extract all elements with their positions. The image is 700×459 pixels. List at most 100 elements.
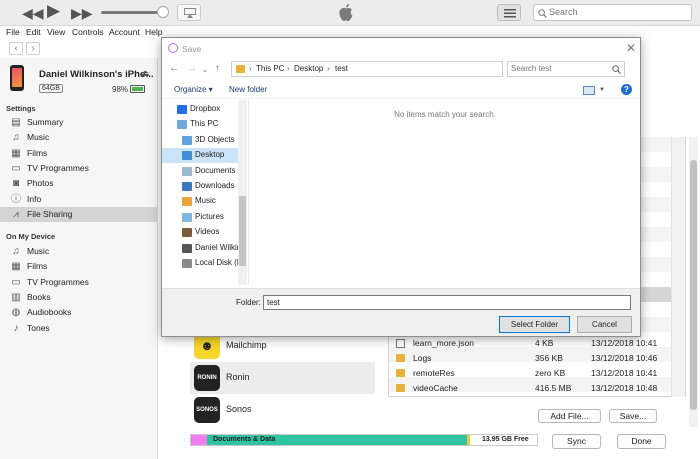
up-next-button[interactable] [497, 4, 521, 21]
table-row[interactable]: Logs 356 KB 13/12/2018 10:46 [389, 351, 671, 366]
select-folder-button[interactable]: Select Folder [499, 316, 570, 333]
breadcrumb-test[interactable]: test [335, 64, 348, 73]
play-icon[interactable]: ▶ [47, 2, 60, 20]
camera-icon: ◙ [12, 178, 20, 190]
sidebar-item-label: Films [27, 147, 48, 158]
sidebar-item-books[interactable]: ▥ Books [0, 290, 157, 305]
sidebar-item-label: Music [27, 246, 50, 256]
volume-knob[interactable] [157, 6, 169, 18]
organize-button[interactable]: Organize ▾ [174, 85, 213, 94]
sidebar-item-info[interactable]: ⓘ Info [0, 192, 157, 207]
sidebar-item-tv-programmes[interactable]: ▭ TV Programmes [0, 161, 157, 176]
command-bar: Organize ▾ New folder ▼ ? [162, 82, 640, 99]
cancel-button[interactable]: Cancel [577, 316, 632, 333]
menu-controls[interactable]: Controls [72, 27, 104, 37]
search-icon [612, 65, 621, 74]
recent-locations-icon[interactable]: ⌄ [202, 66, 208, 74]
on-my-device-header: On My Device [6, 232, 56, 241]
sidebar-item-audiobooks[interactable]: ◍ Audiobooks [0, 305, 157, 320]
breadcrumb-desktop[interactable]: Desktop [294, 64, 323, 73]
sidebar-item-photos[interactable]: ◙ Photos [0, 176, 157, 191]
tree-item-downloads[interactable]: Downloads [162, 179, 238, 194]
change-view-icon[interactable] [583, 86, 595, 95]
bell-icon: ♪ [13, 322, 19, 334]
file-date: 13/12/2018 10:41 [591, 368, 658, 378]
sidebar-item-music[interactable]: ♫ Music [0, 244, 157, 259]
itunes-search-input[interactable] [549, 7, 689, 17]
dialog-back-icon[interactable]: ← [169, 63, 179, 74]
up-folder-icon[interactable]: ↑ [215, 63, 220, 74]
forward-button[interactable]: › [26, 42, 40, 55]
sidebar-item-music[interactable]: ♫ Music [0, 130, 157, 145]
documents-scrollbar[interactable] [671, 137, 685, 397]
app-row[interactable]: RONIN Ronin [190, 362, 375, 394]
eject-icon[interactable]: ⏏ [141, 68, 150, 79]
file-size: zero KB [535, 368, 566, 378]
sidebar-item-films[interactable]: ▦ Films [0, 146, 157, 161]
main-scrollbar-thumb[interactable] [690, 160, 697, 410]
tv-icon: ▭ [11, 162, 21, 174]
document-icon [396, 339, 405, 348]
battery-percent: 98% [112, 85, 129, 94]
tree-item-local-disk-e[interactable]: Local Disk (E [162, 256, 238, 271]
menu-edit[interactable]: Edit [26, 27, 41, 37]
dialog-footer: Folder: Select Folder Cancel [162, 288, 640, 336]
player-toolbar: ◀◀ ▶ ▶▶ [0, 0, 700, 26]
tree-item-videos[interactable]: Videos [162, 225, 238, 240]
dialog-search-input[interactable] [511, 64, 609, 73]
close-icon[interactable]: ✕ [626, 41, 636, 55]
sync-button[interactable]: Sync [552, 434, 601, 449]
tree-item-documents[interactable]: Documents [162, 164, 238, 179]
sidebar-item-summary[interactable]: ▤ Summary [0, 115, 157, 130]
tree-item-label: Local Disk (E [195, 258, 238, 267]
tree-item-dropbox[interactable]: Dropbox [162, 102, 238, 117]
volume-slider[interactable] [101, 11, 163, 14]
tree-item-label: Dropbox [190, 104, 221, 113]
sidebar-item-label: TV Programmes [27, 162, 89, 173]
sidebar-item-tv-programmes[interactable]: ▭ TV Programmes [0, 275, 157, 290]
tree-item-this-pc[interactable]: This PC [162, 117, 238, 132]
folder-input[interactable] [263, 295, 631, 310]
table-row[interactable]: learn_more.json 4 KB 13/12/2018 10:41 [389, 336, 671, 351]
rewind-icon[interactable]: ◀◀ [22, 4, 44, 22]
app-row[interactable]: SONOS Sonos [190, 394, 375, 426]
address-bar[interactable]: › This PC › Desktop › test ⌄ ↻ [231, 61, 567, 77]
tree-item-music[interactable]: Music [162, 194, 238, 209]
tree-item-daniel-wilkin[interactable]: Daniel Wilkin [162, 241, 238, 256]
file-size: 356 KB [535, 353, 563, 363]
menu-account[interactable]: Account [109, 27, 140, 37]
itunes-search-box[interactable] [533, 4, 692, 21]
sidebar-item-file-sharing[interactable]: ⩘ File Sharing [0, 206, 157, 222]
airplay-button[interactable] [177, 4, 201, 21]
menu-view[interactable]: View [47, 27, 65, 37]
save-button[interactable]: Save... [609, 409, 657, 423]
done-button[interactable]: Done [617, 434, 666, 449]
view-dropdown-icon[interactable]: ▼ [599, 87, 605, 93]
tree-scrollbar-thumb[interactable] [239, 196, 246, 266]
fast-forward-icon[interactable]: ▶▶ [71, 4, 93, 22]
tree-item-3d-objects[interactable]: 3D Objects [162, 133, 238, 148]
breadcrumb-this-pc[interactable]: This PC [256, 64, 284, 73]
back-button[interactable]: ‹ [9, 42, 23, 55]
books-icon: ▥ [11, 291, 21, 303]
menu-file[interactable]: File [6, 27, 20, 37]
device-name[interactable]: Daniel Wilkinson's iPho... [39, 69, 154, 80]
menu-help[interactable]: Help [145, 27, 162, 37]
sidebar-item-label: Films [27, 261, 48, 272]
music-folder-icon [182, 197, 192, 207]
dialog-search-box[interactable] [507, 61, 625, 77]
3d-objects-icon [182, 135, 192, 145]
sidebar-item-films[interactable]: ▦ Films [0, 259, 157, 274]
table-row[interactable]: remoteRes zero KB 13/12/2018 10:41 [389, 366, 671, 381]
tree-item-pictures[interactable]: Pictures [162, 210, 238, 225]
sidebar-item-label: TV Programmes [27, 276, 89, 287]
tree-item-desktop[interactable]: Desktop [162, 148, 238, 164]
sidebar-item-tones[interactable]: ♪ Tones [0, 321, 157, 336]
table-row[interactable]: videoCache 416.5 MB 13/12/2018 10:48 [389, 381, 671, 396]
dialog-forward-icon[interactable]: → [187, 63, 197, 74]
add-file-button[interactable]: Add File... [538, 409, 601, 423]
tv-icon: ▭ [11, 276, 21, 288]
new-folder-button[interactable]: New folder [229, 85, 267, 94]
help-icon[interactable]: ? [621, 84, 632, 95]
videos-icon [182, 228, 192, 238]
